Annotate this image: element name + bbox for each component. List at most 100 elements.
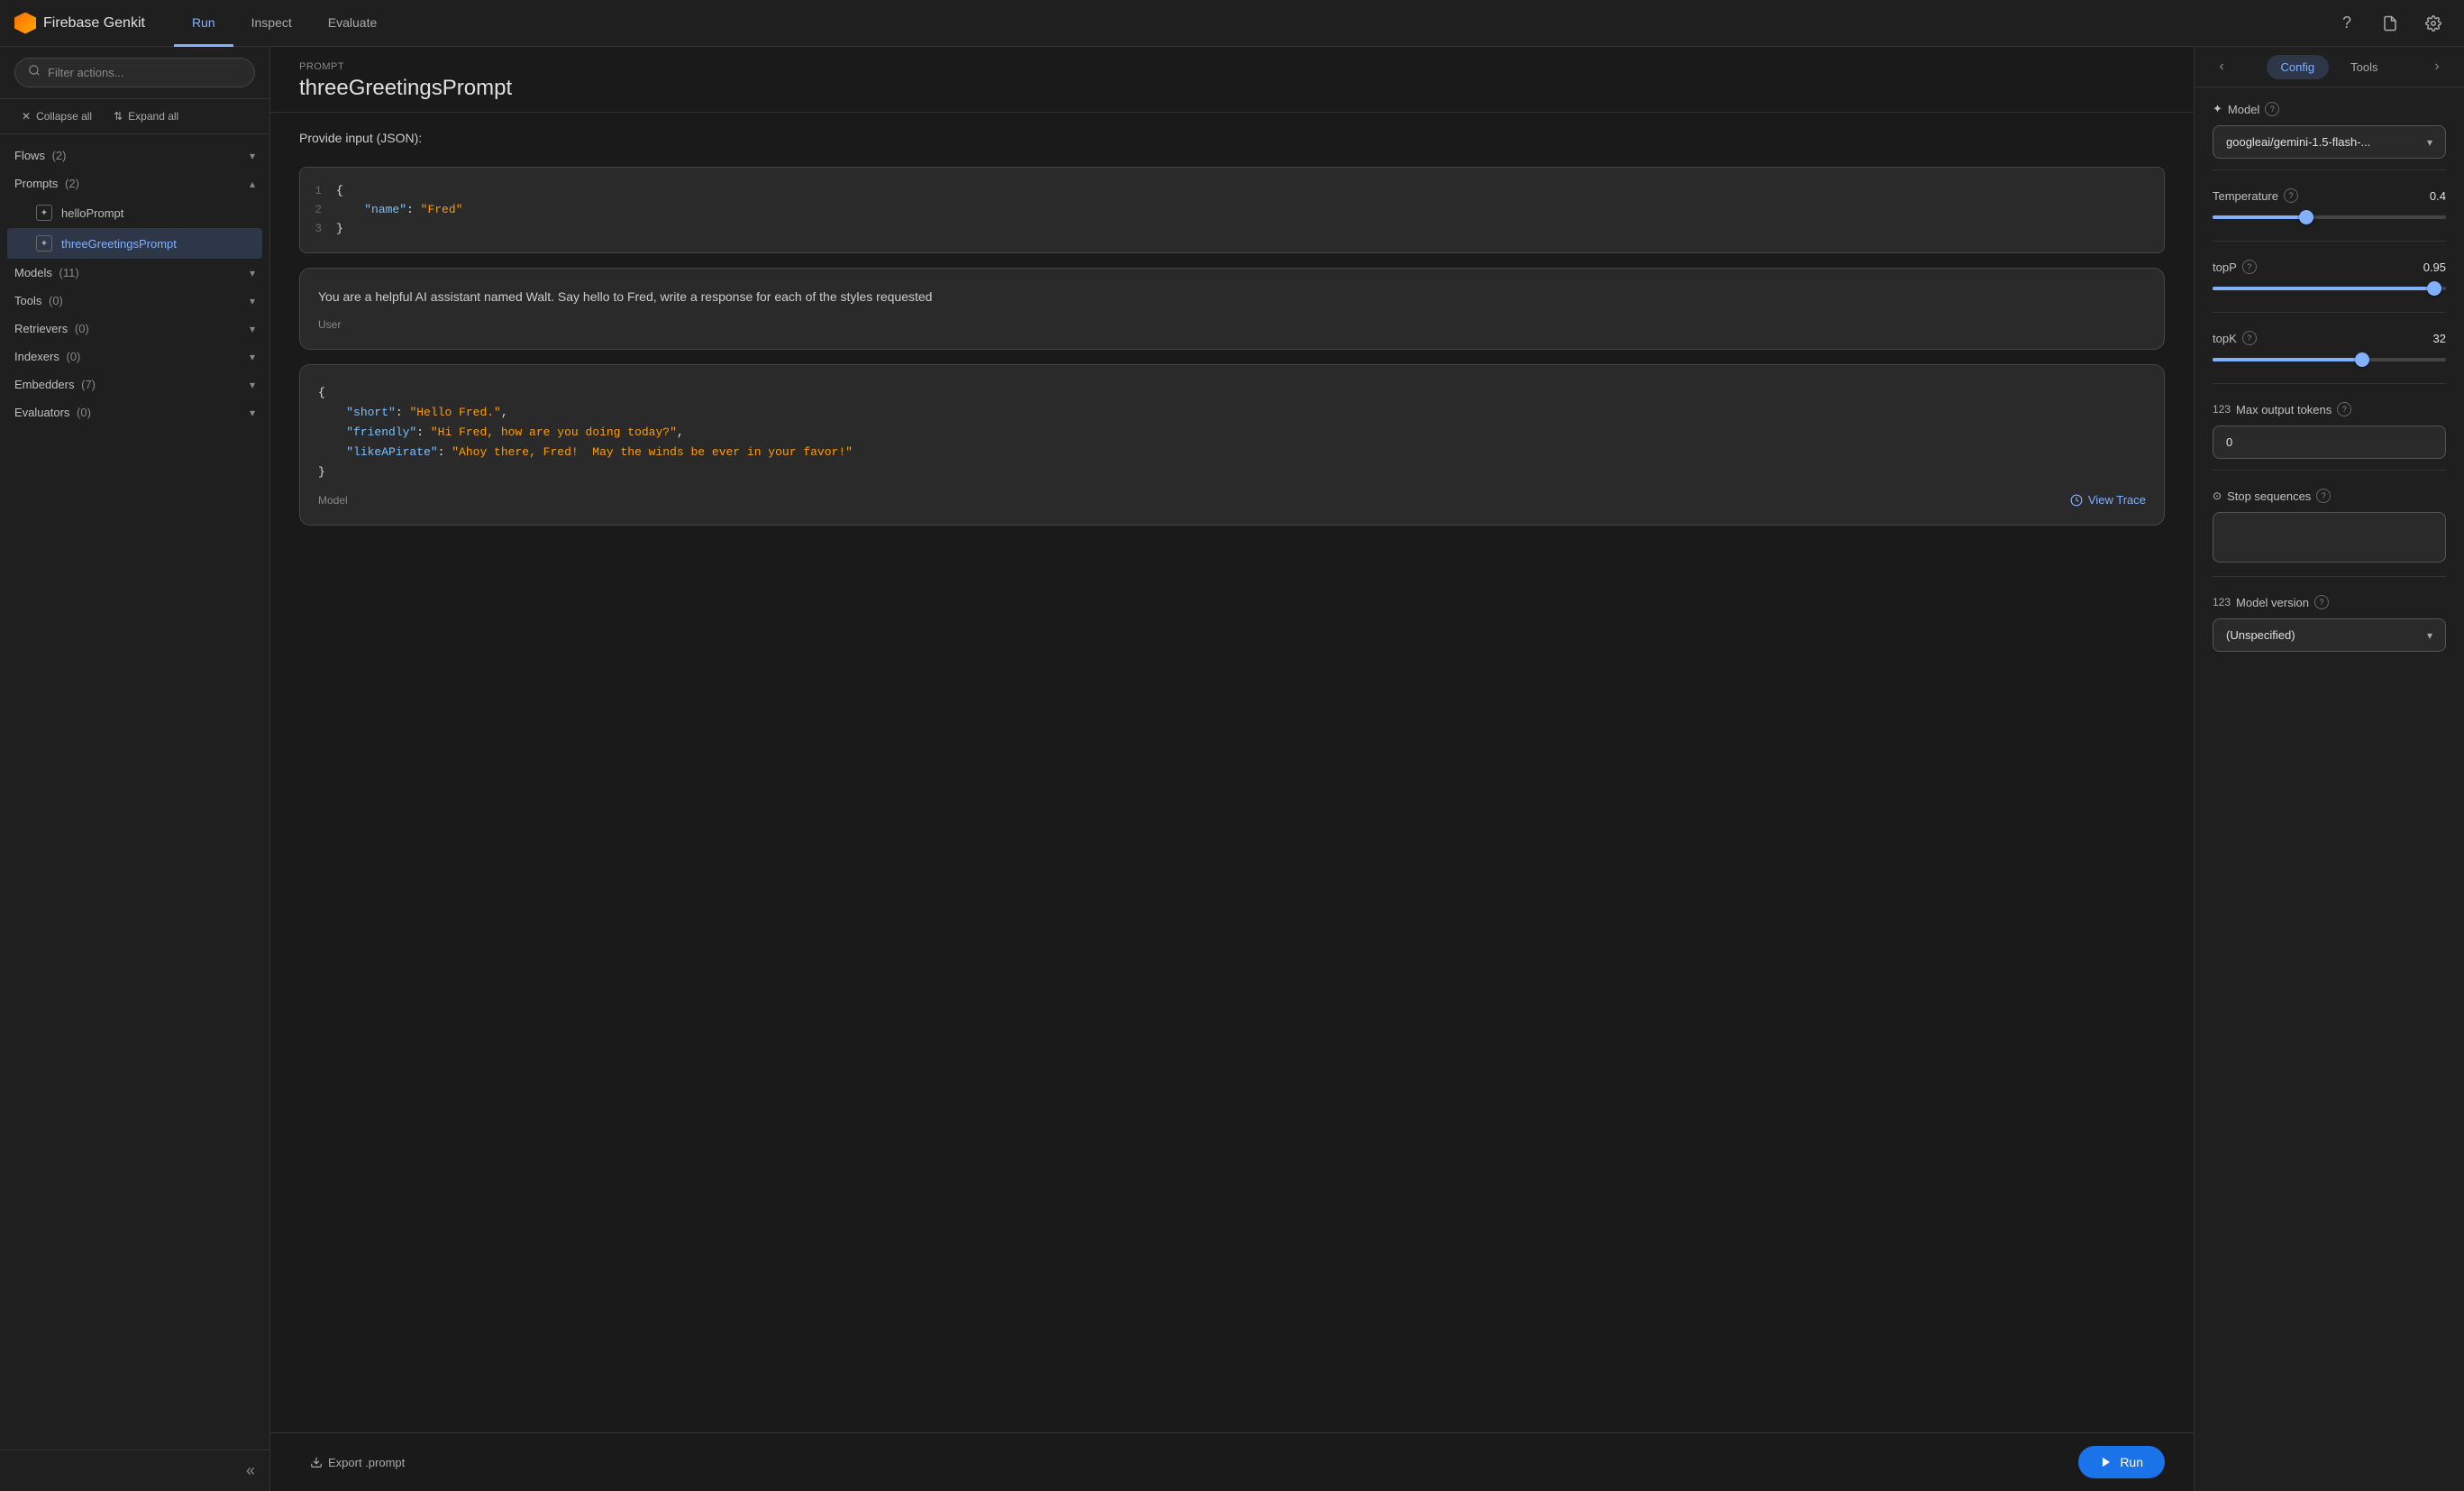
- temperature-info-icon[interactable]: ?: [2284, 188, 2298, 203]
- prompt-body: Provide input (JSON): 1 2 3 { "name": "F…: [270, 113, 2194, 1432]
- code-footer: Model View Trace: [318, 493, 2146, 507]
- nav-icons: ?: [2331, 7, 2450, 40]
- section-indexers[interactable]: Indexers (0) ▾: [0, 343, 269, 370]
- code-output: { "short": "Hello Fred.", "friendly": "H…: [318, 383, 2146, 482]
- search-box[interactable]: [14, 58, 255, 87]
- chevron-down-icon: ▾: [250, 150, 255, 162]
- temperature-section: Temperature ? 0.4: [2195, 174, 2464, 237]
- prompt-icon: ✦: [36, 235, 52, 252]
- token-icon: 123: [2213, 403, 2231, 416]
- dropdown-arrow-icon: ▾: [2427, 136, 2432, 149]
- nav-tabs: Run Inspect Evaluate: [174, 0, 395, 46]
- stop-sequences-label: ⊙ Stop sequences ?: [2213, 489, 2446, 503]
- panel-nav-prev[interactable]: ‹: [2209, 54, 2234, 79]
- brand-name: Firebase Genkit: [43, 15, 145, 32]
- main-layout: ✕ Collapse all ⇅ Expand all Flows (2) ▾ …: [0, 47, 2464, 1491]
- top-p-slider[interactable]: [2213, 279, 2446, 301]
- tab-config[interactable]: Config: [2267, 55, 2330, 79]
- json-editor[interactable]: 1 2 3 { "name": "Fred" }: [299, 167, 2165, 253]
- nav-tab-inspect[interactable]: Inspect: [233, 1, 310, 47]
- stop-sequences-info-icon[interactable]: ?: [2316, 489, 2331, 503]
- prompt-header: Prompt threeGreetingsPrompt: [270, 47, 2194, 113]
- section-embedders[interactable]: Embedders (7) ▾: [0, 370, 269, 398]
- model-role-label: Model: [318, 494, 348, 507]
- temperature-slider[interactable]: [2213, 208, 2446, 230]
- chevron-down-icon: ▾: [250, 323, 255, 335]
- run-button[interactable]: Run: [2078, 1446, 2165, 1478]
- panel-nav-next[interactable]: ›: [2424, 54, 2450, 79]
- section-prompts[interactable]: Prompts (2) ▴: [0, 169, 269, 197]
- code-content: { "name": "Fred" }: [336, 182, 2149, 238]
- chevron-down-icon: ▾: [250, 267, 255, 279]
- brand: Firebase Genkit: [14, 13, 145, 34]
- temperature-label: Temperature: [2213, 189, 2278, 203]
- chevron-up-icon: ▴: [250, 178, 255, 190]
- model-info-icon[interactable]: ?: [2265, 102, 2279, 116]
- top-p-value: 0.95: [2423, 261, 2446, 274]
- prompt-icon: ✦: [36, 205, 52, 221]
- collapse-sidebar-icon: «: [246, 1461, 255, 1480]
- model-version-section: 123 Model version ? (Unspecified) ▾: [2195, 581, 2464, 659]
- collapse-icon: ✕: [22, 110, 31, 123]
- collapse-all-button[interactable]: ✕ Collapse all: [14, 106, 99, 126]
- model-version-info-icon[interactable]: ?: [2314, 595, 2329, 609]
- sidebar-controls: ✕ Collapse all ⇅ Expand all: [0, 99, 269, 134]
- max-tokens-input[interactable]: [2213, 425, 2446, 459]
- sidebar-item-helloPrompt[interactable]: ✦ helloPrompt: [7, 197, 262, 228]
- code-output-card: { "short": "Hello Fred.", "friendly": "H…: [299, 364, 2165, 526]
- chevron-down-icon: ▾: [250, 295, 255, 307]
- max-tokens-info-icon[interactable]: ?: [2337, 402, 2351, 416]
- search-input[interactable]: [48, 66, 242, 79]
- sparkle-icon: ✦: [2213, 102, 2222, 116]
- system-message-card: You are a helpful AI assistant named Wal…: [299, 268, 2165, 349]
- top-k-info-icon[interactable]: ?: [2242, 331, 2257, 345]
- expand-icon: ⇅: [114, 110, 123, 123]
- section-models[interactable]: Models (11) ▾: [0, 259, 269, 287]
- top-p-section: topP ? 0.95: [2195, 245, 2464, 308]
- breadcrumb: Prompt: [299, 61, 2165, 72]
- prompt-footer: Export .prompt Run: [270, 1432, 2194, 1491]
- firebase-icon: [14, 13, 36, 34]
- top-k-section: topK ? 32: [2195, 316, 2464, 380]
- chevron-down-icon: ▾: [250, 407, 255, 419]
- user-role-label: User: [318, 318, 2146, 331]
- top-k-value: 32: [2433, 332, 2446, 345]
- sidebar-content: Flows (2) ▾ Prompts (2) ▴ ✦ helloPrompt …: [0, 134, 269, 1450]
- model-version-select[interactable]: (Unspecified) ▾: [2213, 618, 2446, 652]
- model-label: ✦ Model ?: [2213, 102, 2446, 116]
- section-evaluators[interactable]: Evaluators (0) ▾: [0, 398, 269, 426]
- section-retrievers[interactable]: Retrievers (0) ▾: [0, 315, 269, 343]
- sidebar: ✕ Collapse all ⇅ Expand all Flows (2) ▾ …: [0, 47, 270, 1491]
- sidebar-collapse-button[interactable]: «: [0, 1450, 269, 1491]
- chevron-down-icon: ▾: [250, 379, 255, 391]
- tab-tools[interactable]: Tools: [2336, 55, 2392, 79]
- expand-all-button[interactable]: ⇅ Expand all: [106, 106, 186, 126]
- stop-sequences-input[interactable]: [2213, 512, 2446, 563]
- stop-sequences-section: ⊙ Stop sequences ?: [2195, 474, 2464, 572]
- line-numbers: 1 2 3: [315, 182, 336, 238]
- panel-tabs: Config Tools: [2241, 55, 2417, 79]
- export-button[interactable]: Export .prompt: [299, 1449, 415, 1477]
- sidebar-item-threeGreetingsPrompt[interactable]: ✦ threeGreetingsPrompt: [7, 228, 262, 259]
- settings-icon[interactable]: [2417, 7, 2450, 40]
- version-dropdown-arrow-icon: ▾: [2427, 629, 2432, 642]
- version-icon: 123: [2213, 596, 2231, 608]
- docs-icon[interactable]: [2374, 7, 2406, 40]
- input-section-label: Provide input (JSON):: [299, 131, 2165, 145]
- search-icon: [28, 64, 41, 81]
- help-icon[interactable]: ?: [2331, 7, 2363, 40]
- section-flows[interactable]: Flows (2) ▾: [0, 142, 269, 169]
- view-trace-button[interactable]: View Trace: [2070, 493, 2146, 507]
- model-select[interactable]: googleai/gemini-1.5-flash-... ▾: [2213, 125, 2446, 159]
- nav-tab-evaluate[interactable]: Evaluate: [310, 1, 395, 47]
- nav-tab-run[interactable]: Run: [174, 1, 233, 47]
- max-tokens-section: 123 Max output tokens ?: [2195, 388, 2464, 466]
- panel-nav: ‹ Config Tools ›: [2195, 47, 2464, 87]
- top-k-slider[interactable]: [2213, 351, 2446, 372]
- chevron-down-icon: ▾: [250, 351, 255, 363]
- top-p-info-icon[interactable]: ?: [2242, 260, 2257, 274]
- model-version-label: 123 Model version ?: [2213, 595, 2446, 609]
- page-title: threeGreetingsPrompt: [299, 76, 2165, 101]
- section-tools[interactable]: Tools (0) ▾: [0, 287, 269, 315]
- top-k-label: topK: [2213, 332, 2237, 345]
